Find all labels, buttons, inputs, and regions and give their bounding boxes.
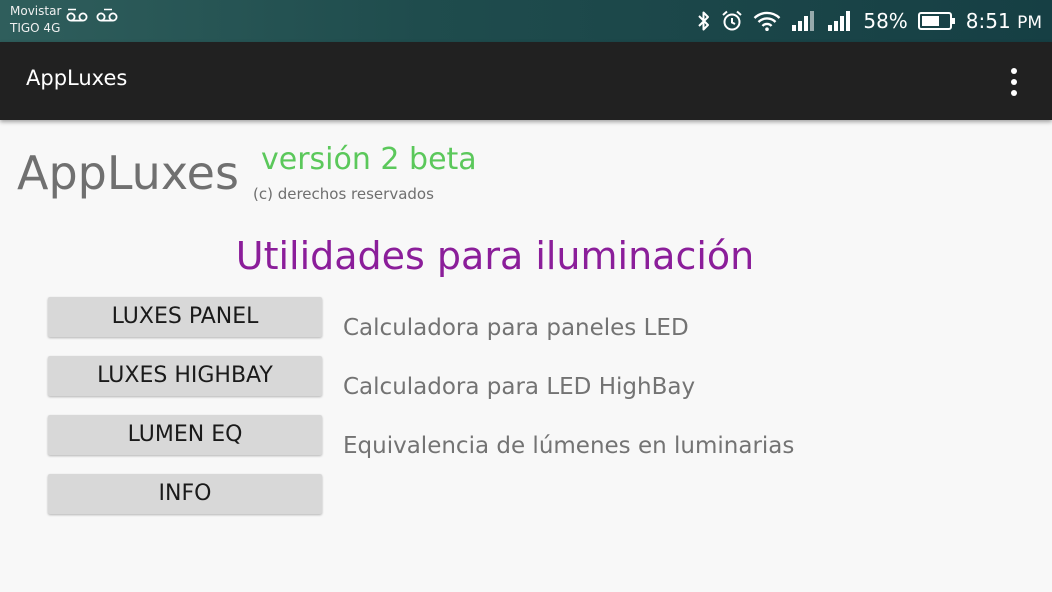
network-type: TIGO 4G: [10, 21, 61, 35]
version-label: versión 2 beta: [261, 142, 477, 177]
carrier-name: Movistar: [10, 4, 62, 18]
brand-title: AppLuxes: [17, 146, 239, 200]
battery-percent: 58%: [863, 9, 908, 33]
signal-icon: [828, 11, 851, 31]
alarm-icon: [722, 10, 743, 31]
luxes-panel-description: Calculadora para paneles LED: [343, 315, 689, 341]
status-icons: 58% 8:51 PM: [697, 0, 1042, 42]
lumen-eq-button[interactable]: LUMEN EQ: [48, 415, 322, 455]
clock-ampm: PM: [1017, 13, 1042, 33]
app-bar: AppLuxes: [0, 42, 1052, 120]
app-bar-title: AppLuxes: [26, 66, 128, 90]
overflow-menu-icon[interactable]: [1002, 66, 1026, 98]
carrier-info: Movistar TIGO 4G: [10, 3, 61, 37]
voicemail-icon: [96, 8, 118, 22]
page-heading: Utilidades para iluminación: [235, 234, 755, 278]
luxes-highbay-description: Calculadora para LED HighBay: [343, 374, 696, 400]
battery-icon: [917, 12, 955, 30]
lumen-eq-description: Equivalencia de lúmenes en luminarias: [343, 433, 795, 459]
status-bar: Movistar TIGO 4G 58% 8:51 PM: [0, 0, 1052, 42]
wifi-icon: [754, 11, 781, 31]
bluetooth-icon: [698, 11, 710, 31]
copyright-label: (c) derechos reservados: [253, 185, 434, 203]
clock: 8:51 PM: [966, 9, 1042, 33]
clock-time: 8:51: [965, 9, 1011, 33]
voicemail-icon: [66, 8, 88, 22]
info-button[interactable]: INFO: [48, 474, 322, 514]
luxes-highbay-button[interactable]: LUXES HIGHBAY: [48, 356, 322, 396]
luxes-panel-button[interactable]: LUXES PANEL: [48, 297, 322, 337]
signal-icon: [792, 11, 815, 31]
